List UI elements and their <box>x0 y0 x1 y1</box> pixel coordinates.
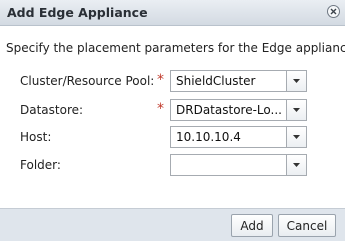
cluster-resource-pool-value: ShieldCluster <box>176 74 256 88</box>
datastore-dropdown-button[interactable] <box>286 100 306 120</box>
host-label: Host: <box>20 130 52 144</box>
host-row: Host: 10.10.10.4 <box>0 126 345 148</box>
chevron-down-icon <box>293 79 300 83</box>
chevron-down-icon <box>293 163 300 167</box>
dialog-titlebar: Add Edge Appliance <box>0 0 345 26</box>
add-button[interactable]: Add <box>231 214 273 237</box>
chevron-down-icon <box>293 135 300 139</box>
host-select[interactable]: 10.10.10.4 <box>170 126 307 148</box>
folder-row: Folder: <box>0 154 345 176</box>
close-icon <box>330 8 337 15</box>
folder-select[interactable] <box>170 154 307 176</box>
required-marker: * <box>157 72 164 88</box>
required-marker: * <box>157 101 164 117</box>
cluster-resource-pool-dropdown-button[interactable] <box>286 71 306 91</box>
instruction-text: Specify the placement parameters for the… <box>6 41 345 55</box>
cluster-resource-pool-row: Cluster/Resource Pool: * ShieldCluster <box>0 70 345 92</box>
cluster-resource-pool-label: Cluster/Resource Pool: <box>20 74 155 88</box>
host-dropdown-button[interactable] <box>286 127 306 147</box>
host-value: 10.10.10.4 <box>176 130 241 144</box>
dialog-title: Add Edge Appliance <box>7 5 148 20</box>
datastore-value: DRDatastore-Lo... <box>176 103 282 117</box>
cluster-resource-pool-select[interactable]: ShieldCluster <box>170 70 307 92</box>
dialog-footer: Add Cancel <box>0 208 345 241</box>
datastore-label: Datastore: <box>20 103 84 117</box>
datastore-select[interactable]: DRDatastore-Lo... <box>170 99 307 121</box>
chevron-down-icon <box>293 108 300 112</box>
cancel-button[interactable]: Cancel <box>278 214 336 237</box>
close-button[interactable] <box>327 5 340 18</box>
folder-dropdown-button[interactable] <box>286 155 306 175</box>
datastore-row: Datastore: * DRDatastore-Lo... <box>0 99 345 121</box>
folder-label: Folder: <box>20 158 61 172</box>
add-edge-appliance-dialog: Add Edge Appliance Specify the placement… <box>0 0 345 241</box>
